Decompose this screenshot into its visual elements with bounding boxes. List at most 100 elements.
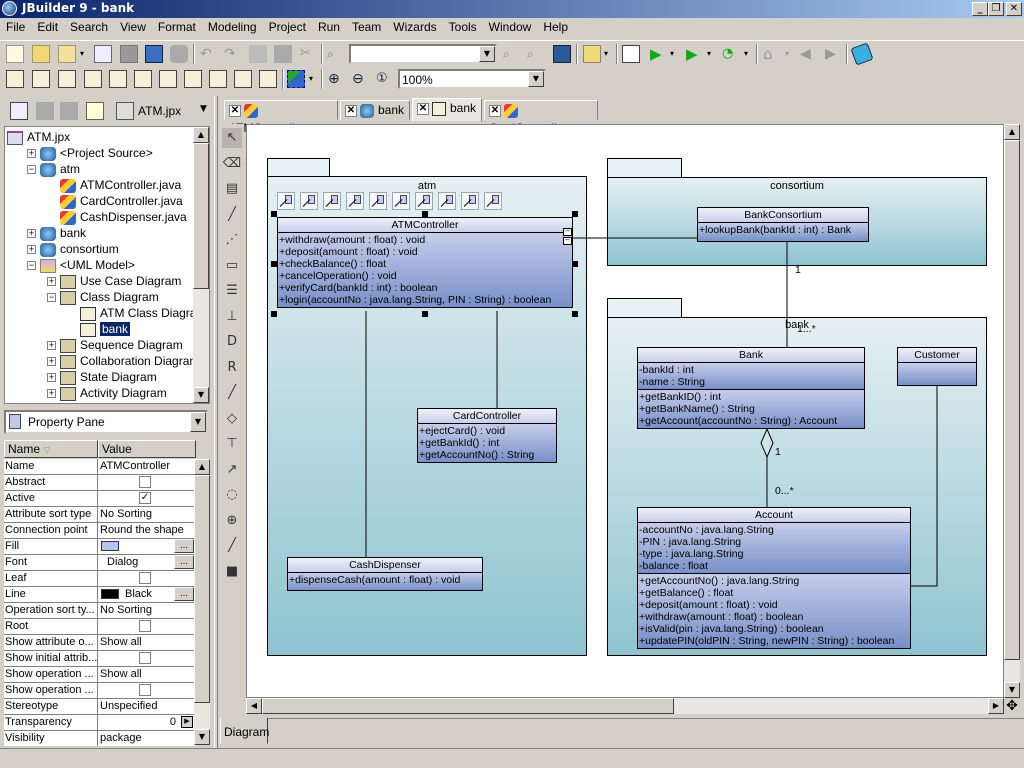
usecase-tool-icon[interactable]: ◌ [222, 485, 242, 505]
object-link-tool-icon[interactable]: ⋰ [222, 230, 242, 250]
cut-icon[interactable]: ✂ [300, 45, 318, 63]
class-member[interactable]: +deposit(amount : float) : void [278, 246, 572, 258]
interface-tool-icon[interactable]: ⊤ [222, 434, 242, 454]
paste-icon[interactable] [274, 45, 292, 63]
scroll-thumb[interactable] [194, 475, 210, 703]
aggregation-quick-icon[interactable] [300, 192, 318, 210]
menu-edit[interactable]: Edit [31, 18, 64, 34]
interface-quick-icon[interactable] [415, 192, 433, 210]
scroll-right-icon[interactable]: ▶ [988, 698, 1004, 714]
tree-item[interactable]: + bank [27, 225, 86, 241]
selection-handle[interactable] [422, 211, 428, 217]
property-row[interactable]: Leaf [4, 571, 196, 587]
class-bankconsortium[interactable]: BankConsortium +lookupBank(bankId : int)… [697, 207, 869, 242]
tree-item[interactable]: + Use Case Diagram [47, 273, 181, 289]
chevron-down-icon[interactable]: ▼ [479, 46, 495, 62]
association-tool-icon[interactable]: ╱ [222, 383, 242, 403]
property-row[interactable]: Name ATMController [4, 459, 196, 475]
new-usecase-icon[interactable] [84, 70, 102, 88]
redo-icon[interactable]: ↷ [224, 45, 242, 63]
menu-wizards[interactable]: Wizards [387, 18, 442, 34]
menu-project[interactable]: Project [263, 18, 312, 34]
collapse-icon[interactable]: − [27, 261, 36, 271]
collapse-icon[interactable]: − [47, 293, 56, 303]
undo-icon[interactable]: ↶ [200, 45, 218, 63]
class-customer[interactable]: Customer [897, 347, 977, 386]
home-dropdown-icon[interactable]: ▾ [785, 45, 793, 63]
run-project-icon[interactable]: ▶ [650, 45, 668, 63]
canvas-horizontal-scrollbar[interactable]: ◀ ▶ [246, 698, 1004, 714]
scroll-down-icon[interactable]: ▼ [1004, 682, 1020, 698]
class-member[interactable]: +getBankID() : int [638, 391, 864, 403]
class-member[interactable]: -PIN : java.lang.String [638, 536, 910, 548]
edit-button[interactable]: ... [174, 587, 194, 601]
scroll-thumb[interactable] [262, 698, 674, 714]
menu-modeling[interactable]: Modeling [202, 18, 263, 34]
minimize-button[interactable]: _ [972, 2, 988, 16]
scroll-thumb[interactable] [1004, 140, 1020, 660]
run-dropdown-icon[interactable]: ▾ [670, 45, 678, 63]
tree-item[interactable]: − atm [27, 161, 80, 177]
menu-file[interactable]: File [0, 18, 31, 34]
class-member[interactable]: +isValid(pin : java.lang.String) : boole… [638, 623, 910, 635]
selection-handle[interactable] [271, 311, 277, 317]
new-activity-icon[interactable] [209, 70, 227, 88]
back-icon[interactable]: ◀ [800, 45, 818, 63]
tree-item[interactable]: − <UML Model> [27, 257, 135, 273]
line-tool-icon[interactable]: ╱ [222, 536, 242, 556]
tree-item[interactable]: − Class Diagram [47, 289, 159, 305]
checkbox[interactable] [139, 652, 151, 664]
browse-symbol-icon[interactable] [553, 45, 571, 63]
property-row[interactable]: Connection point Round the shape [4, 523, 196, 539]
expand-icon[interactable]: + [47, 389, 56, 399]
checkbox[interactable] [139, 476, 151, 488]
property-row[interactable]: Visibility package [4, 731, 196, 746]
class-member[interactable]: +verifyCard(bankId : int) : boolean [278, 282, 572, 294]
add-files-icon[interactable] [36, 102, 54, 120]
close-tab-icon[interactable]: ✕ [345, 104, 357, 117]
property-value[interactable]: Dialog... [99, 555, 196, 571]
tree-item[interactable]: ATMController.java [47, 177, 181, 193]
expand-icon[interactable]: + [27, 229, 36, 239]
zoom-combo[interactable]: 100% ▼ [398, 69, 546, 89]
expand-icon[interactable]: + [47, 341, 56, 351]
new-component-icon[interactable] [134, 70, 152, 88]
tree-item[interactable]: ATM Class Diagram [67, 305, 206, 321]
save-icon[interactable] [120, 45, 138, 63]
class-tool-icon[interactable]: ☰ [222, 281, 242, 301]
package-tool-icon[interactable]: ▭ [222, 256, 242, 276]
reopen-dropdown-icon[interactable]: ▾ [80, 45, 88, 63]
chevron-down-icon[interactable]: ▼ [190, 412, 206, 432]
scroll-up-icon[interactable]: ▲ [193, 127, 209, 143]
class-member[interactable]: +updatePIN(oldPIN : String, newPIN : Str… [638, 635, 910, 647]
property-value[interactable]: No Sorting [99, 507, 196, 523]
class-atmcontroller[interactable]: ATMController +withdraw(amount : float) … [277, 217, 573, 308]
property-value[interactable]: ... [99, 539, 196, 555]
close-file-icon[interactable] [94, 45, 112, 63]
make-dropdown-icon[interactable]: ▾ [604, 45, 612, 63]
class-member[interactable]: +withdraw(amount : float) : void [278, 234, 572, 246]
expand-icon[interactable]: + [27, 245, 36, 255]
tree-item[interactable]: + State Diagram [47, 369, 157, 385]
realization-tool-icon[interactable]: R [222, 358, 242, 378]
property-row[interactable]: Fill... [4, 539, 196, 555]
aggregation-tool-icon[interactable]: ◇ [222, 409, 242, 429]
class-member[interactable]: -bankId : int [638, 364, 864, 376]
scroll-down-icon[interactable]: ▼ [194, 729, 210, 745]
search-combo[interactable]: ▼ [349, 44, 497, 64]
containment-tool-icon[interactable]: ⊕ [222, 511, 242, 531]
tree-item[interactable]: + <Project Source> [27, 145, 153, 161]
checkbox[interactable] [139, 684, 151, 696]
build-icon[interactable] [622, 45, 640, 63]
property-value[interactable]: ATMController [99, 459, 196, 475]
inner-class-quick-icon[interactable] [461, 192, 479, 210]
class-member[interactable]: -name : String [638, 376, 864, 388]
close-tab-icon[interactable]: ✕ [417, 102, 429, 115]
selection-handle[interactable] [422, 311, 428, 317]
property-pane-selector[interactable]: Property Pane ▼ [4, 410, 208, 434]
tree-item[interactable]: ATM.jpx [7, 129, 70, 145]
search-again-icon[interactable]: ⌕ [503, 45, 521, 63]
new-class-icon[interactable] [6, 70, 24, 88]
class-bank[interactable]: Bank -bankId : int -name : String +getBan… [637, 347, 865, 429]
property-value[interactable] [99, 571, 196, 587]
